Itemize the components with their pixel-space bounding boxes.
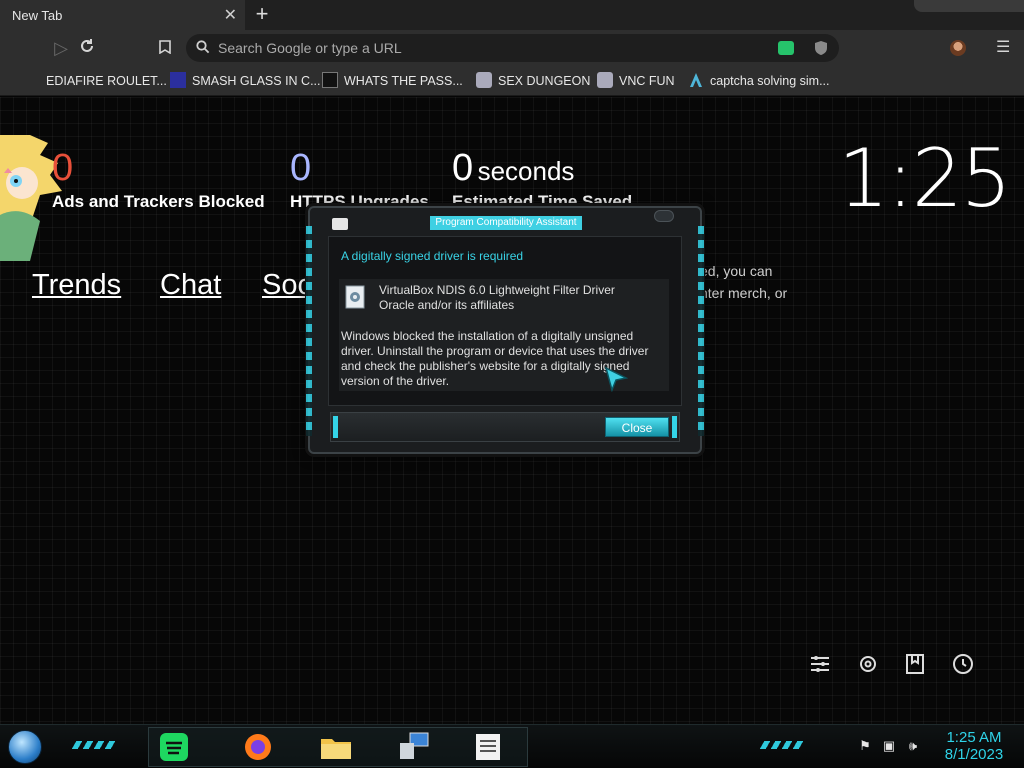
bookmark-item[interactable]: EDIAFIRE ROULET...: [46, 71, 167, 91]
bookmark-label: VNC FUN: [619, 74, 675, 88]
menu-icon[interactable]: ☰: [996, 37, 1010, 57]
window-controls-area: [914, 0, 1024, 12]
volume-icon[interactable]: 🕪: [906, 739, 920, 753]
dialog-left-decor: [306, 226, 312, 436]
taskbar-decor-right: [759, 741, 805, 749]
tab-new-tab[interactable]: New Tab ✕: [0, 0, 245, 30]
dialog-button-bar: Close: [330, 412, 680, 442]
forward-icon[interactable]: ▷: [50, 37, 72, 59]
link-social[interactable]: Soc: [262, 269, 312, 302]
ads-blocked-count: 0: [52, 147, 74, 189]
dialog-close-icon[interactable]: [654, 210, 674, 222]
bookmark-item[interactable]: VNC FUN: [597, 71, 675, 91]
desktop: New Tab ✕ + ▷ ☰ EDIAFIRE ROULET... SMASH…: [0, 0, 1024, 768]
close-button[interactable]: Close: [605, 417, 669, 437]
profile-avatar[interactable]: [950, 40, 966, 56]
time-saved-unit: seconds: [477, 156, 575, 186]
bookmark-label: SMASH GLASS IN C...: [192, 74, 321, 88]
stat-https-upgrades: 0 HTTPS Upgrades: [290, 147, 429, 212]
link-chat[interactable]: Chat: [160, 269, 221, 302]
bookmark-label: SEX DUNGEON: [498, 74, 591, 88]
reload-icon[interactable]: [76, 37, 98, 59]
link-trends[interactable]: Trends: [32, 269, 121, 302]
omnibox[interactable]: [186, 34, 839, 62]
side-text-suffix: , or: [766, 285, 788, 301]
tab-title: New Tab: [12, 8, 63, 23]
taskbar-decor-left: [71, 741, 117, 749]
customize-icon[interactable]: [808, 652, 832, 676]
tray-clock[interactable]: 1:25 AM 8/1/2023: [938, 729, 1010, 763]
bookmarks-icon[interactable]: [903, 652, 927, 676]
flag-icon[interactable]: ⚑: [858, 739, 872, 753]
driver-publisher: Oracle and/or its affiliates: [379, 298, 515, 312]
vnc-icon: [597, 72, 613, 88]
bookmark-item[interactable]: WHATS THE PASS...: [322, 71, 463, 91]
dialog-heading: A digitally signed driver is required: [341, 249, 524, 263]
merch-link[interactable]: nter merch: [700, 285, 767, 301]
ntp-clock: 1:25: [838, 132, 1012, 225]
folder-icon[interactable]: [318, 731, 354, 763]
tray-date: 8/1/2023: [944, 746, 1004, 763]
extension-icon[interactable]: [778, 41, 794, 55]
dungeon-icon: [476, 72, 492, 88]
spotify-icon[interactable]: [156, 731, 192, 763]
new-tab-button[interactable]: +: [250, 3, 274, 27]
settings-gear-icon[interactable]: [856, 652, 880, 676]
compatibility-dialog: Program Compatibility Assistant A digita…: [306, 206, 704, 454]
ads-blocked-label: Ads and Trackers Blocked: [52, 192, 265, 211]
taskbar: ⚑ ▣ 🕪 1:25 AM 8/1/2023: [0, 724, 1024, 768]
bookmark-item[interactable]: SMASH GLASS IN C...: [170, 71, 321, 91]
dialog-title: Program Compatibility Assistant: [430, 216, 582, 230]
dialog-content: A digitally signed driver is required Vi…: [328, 236, 682, 406]
app-icon: [332, 218, 348, 230]
bookmark-item[interactable]: SEX DUNGEON: [476, 71, 590, 91]
close-tab-icon[interactable]: ✕: [224, 5, 237, 25]
bookmark-label: captcha solving sim...: [710, 74, 830, 88]
bar-left-accent: [333, 416, 338, 438]
bar-right-accent: [672, 416, 677, 438]
https-upgrades-count: 0: [290, 147, 312, 189]
time-saved-count: 0: [452, 147, 474, 189]
tab-strip: New Tab ✕ +: [0, 0, 1024, 30]
search-icon: [196, 40, 210, 54]
side-text-line2: nter merch, or: [700, 285, 787, 301]
omnibox-input[interactable]: [218, 38, 738, 58]
shield-icon[interactable]: [814, 40, 828, 56]
stat-time-saved: 0 seconds Estimated Time Saved: [452, 147, 632, 212]
captcha-icon: [688, 72, 704, 88]
firefox-icon[interactable]: [240, 731, 276, 763]
bookmark-label: WHATS THE PASS...: [344, 74, 463, 88]
dialog-right-decor: [698, 226, 704, 436]
bookmark-item[interactable]: captcha solving sim...: [688, 71, 830, 91]
glass-icon: [170, 72, 186, 88]
mouse-cursor-icon: [604, 366, 628, 392]
network-icon[interactable]: [396, 731, 432, 763]
driver-name: VirtualBox NDIS 6.0 Lightweight Filter D…: [379, 283, 615, 297]
start-button[interactable]: [8, 730, 42, 764]
bookmark-icon[interactable]: [154, 37, 176, 59]
history-icon[interactable]: [951, 652, 975, 676]
driver-icon: [345, 285, 365, 309]
tray-time: 1:25 AM: [946, 729, 1002, 746]
network-tray-icon[interactable]: ▣: [882, 739, 896, 753]
stat-ads-blocked: 0 Ads and Trackers Blocked: [52, 147, 265, 212]
bookmark-label: EDIAFIRE ROULET...: [46, 74, 167, 88]
notepad-icon[interactable]: [470, 731, 506, 763]
bookmarks-bar: EDIAFIRE ROULET... SMASH GLASS IN C... W…: [0, 66, 1024, 96]
browser-toolbar: ▷ ☰: [0, 30, 1024, 66]
lock-icon: [322, 72, 338, 88]
side-text-line1: ed, you can: [700, 263, 773, 279]
